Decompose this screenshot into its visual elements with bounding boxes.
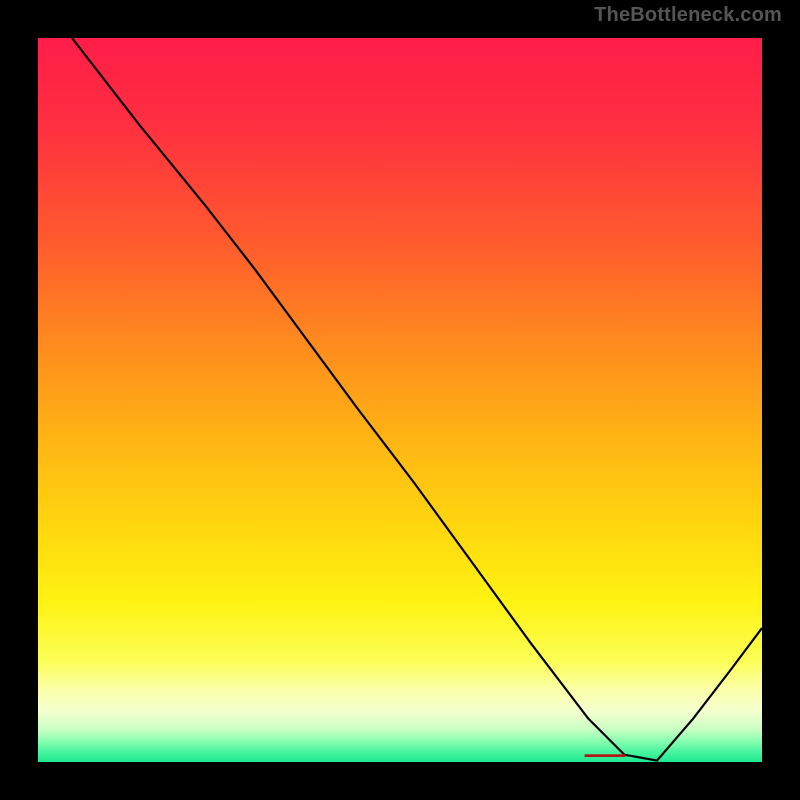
chart-plot-area: ▬▬▬▬▬ bbox=[38, 38, 762, 762]
minimum-marker: ▬▬▬▬▬ bbox=[585, 749, 625, 759]
bottleneck-curve bbox=[38, 38, 762, 762]
watermark-text: TheBottleneck.com bbox=[594, 4, 782, 27]
